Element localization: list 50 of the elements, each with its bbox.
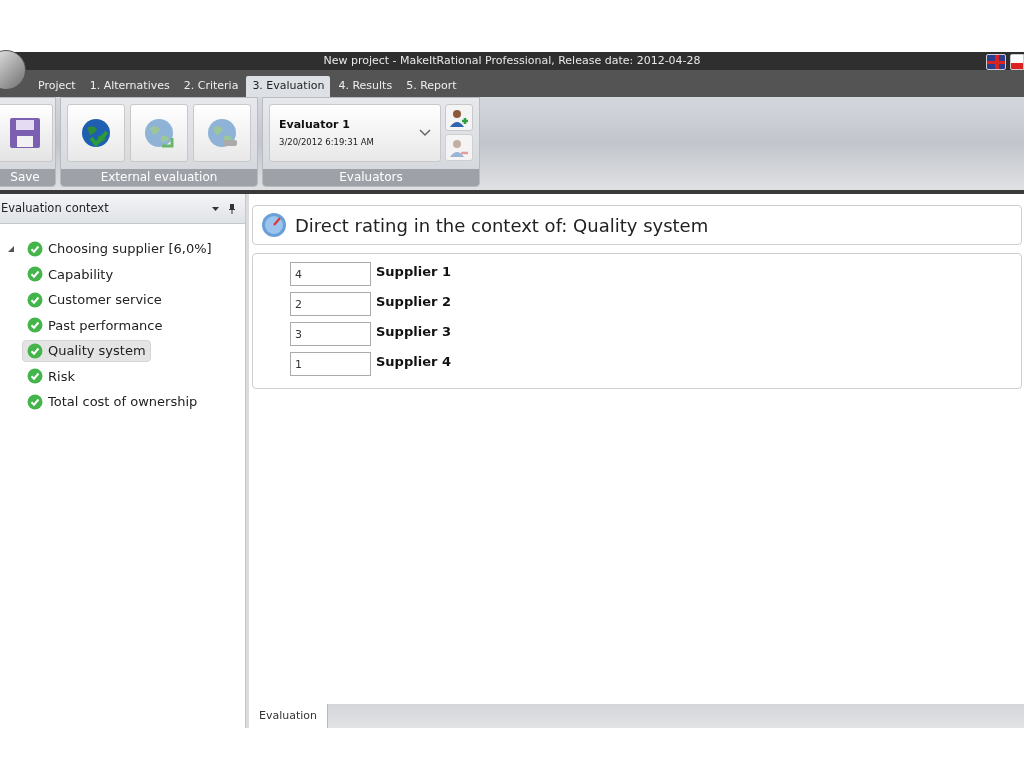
- check-circle-icon: [27, 266, 43, 283]
- tree-item[interactable]: Total cost of ownership: [22, 390, 203, 413]
- group-label: Evaluators: [263, 169, 479, 186]
- globe-icon: [142, 116, 176, 150]
- menu-tab[interactable]: 4. Results: [332, 76, 399, 97]
- check-circle-icon: [27, 291, 43, 308]
- check-circle-icon: [27, 368, 43, 385]
- group-label: External evaluation: [61, 169, 257, 186]
- window-title: New project - MakeItRational Professional, Release date: 2012-04-28: [323, 52, 701, 69]
- rating-input[interactable]: 3: [290, 322, 371, 346]
- check-circle-icon: [27, 393, 43, 410]
- check-circle-icon: [27, 240, 43, 257]
- menu-tab[interactable]: 1. Alternatives: [83, 76, 176, 97]
- save-button[interactable]: [0, 104, 53, 162]
- alternative-label: Supplier 4: [376, 353, 451, 371]
- alternative-label: Supplier 1: [376, 263, 451, 281]
- globe-icon: [79, 116, 113, 150]
- tree-item[interactable]: Capability: [22, 263, 119, 286]
- check-circle-icon: [27, 317, 43, 334]
- tree-item[interactable]: Customer service: [22, 288, 167, 311]
- alternative-label: Supplier 2: [376, 293, 451, 311]
- globe-button[interactable]: [67, 104, 125, 162]
- pin-icon[interactable]: [229, 203, 235, 214]
- chevron-down-icon: [419, 129, 431, 137]
- expand-toggle-icon[interactable]: [8, 245, 14, 252]
- menu-tab[interactable]: 5. Report: [400, 76, 463, 97]
- heading: Direct rating in the context of: Quality system: [295, 213, 709, 238]
- evaluator-dropdown[interactable]: Evaluator 1 3/20/2012 6:19:31 AM: [269, 104, 441, 162]
- rating-input[interactable]: 4: [290, 262, 371, 286]
- dropdown-arrow-icon[interactable]: [212, 206, 219, 211]
- menu-tab[interactable]: 2. Criteria: [177, 76, 245, 97]
- rating-input[interactable]: 2: [290, 292, 371, 316]
- polish-flag-icon[interactable]: [1010, 54, 1024, 70]
- group-label: Save: [0, 169, 55, 186]
- tree-item[interactable]: Risk: [22, 365, 80, 388]
- user-plus-icon: [449, 107, 469, 128]
- tree-item[interactable]: Quality system: [22, 339, 151, 362]
- panel-title: Evaluation context: [1, 199, 109, 217]
- gauge-icon: [261, 212, 287, 238]
- check-circle-icon: [27, 342, 43, 359]
- tree-item[interactable]: Choosing supplier [6,0%]: [22, 237, 217, 260]
- globe-icon: [205, 116, 239, 150]
- tree-item[interactable]: Past performance: [22, 314, 168, 337]
- user-minus-icon: [449, 137, 469, 158]
- document-tab[interactable]: Evaluation: [249, 704, 329, 728]
- add-user-button[interactable]: [445, 104, 473, 131]
- alternative-label: Supplier 3: [376, 323, 451, 341]
- rating-input[interactable]: 1: [290, 352, 371, 376]
- menu-tab[interactable]: 3. Evaluation: [246, 76, 331, 97]
- menu-tab[interactable]: Project: [32, 76, 82, 97]
